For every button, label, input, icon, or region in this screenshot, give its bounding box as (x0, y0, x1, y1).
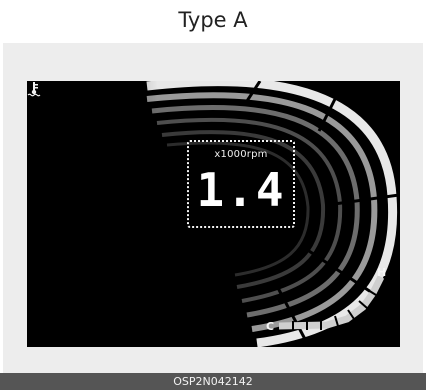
coolant-temperature-icon (27, 82, 41, 97)
rpm-unit-label: x1000rpm (214, 149, 268, 160)
rpm-value: 1.4 (196, 163, 286, 217)
figure-code-bar: OSP2N042142 (0, 373, 426, 390)
rpm-readout-frame: x1000rpm 1.4 (187, 140, 295, 228)
figure-caption: Type A (178, 8, 248, 32)
temp-low-label: C (266, 320, 275, 333)
instrument-cluster-display: x1000rpm 1.4 H C (27, 81, 400, 347)
temp-high-label: H (377, 266, 387, 279)
